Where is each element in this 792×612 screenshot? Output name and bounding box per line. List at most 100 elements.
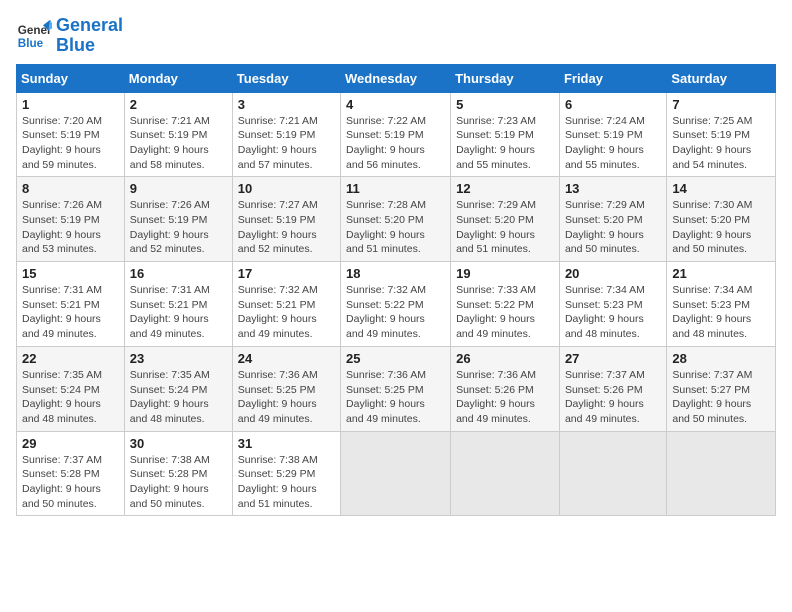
- calendar-cell: 14 Sunrise: 7:30 AMSunset: 5:20 PMDaylig…: [667, 177, 776, 262]
- calendar-cell: 11 Sunrise: 7:28 AMSunset: 5:20 PMDaylig…: [341, 177, 451, 262]
- calendar-cell: 1 Sunrise: 7:20 AMSunset: 5:19 PMDayligh…: [17, 92, 125, 177]
- day-info: Sunrise: 7:29 AMSunset: 5:20 PMDaylight:…: [456, 198, 554, 257]
- calendar-cell: 9 Sunrise: 7:26 AMSunset: 5:19 PMDayligh…: [124, 177, 232, 262]
- week-row-2: 8 Sunrise: 7:26 AMSunset: 5:19 PMDayligh…: [17, 177, 776, 262]
- calendar-cell: 15 Sunrise: 7:31 AMSunset: 5:21 PMDaylig…: [17, 262, 125, 347]
- day-info: Sunrise: 7:36 AMSunset: 5:25 PMDaylight:…: [238, 368, 335, 427]
- day-info: Sunrise: 7:34 AMSunset: 5:23 PMDaylight:…: [565, 283, 661, 342]
- day-number: 18: [346, 266, 445, 281]
- calendar-cell: 18 Sunrise: 7:32 AMSunset: 5:22 PMDaylig…: [341, 262, 451, 347]
- day-info: Sunrise: 7:25 AMSunset: 5:19 PMDaylight:…: [672, 114, 770, 173]
- day-number: 9: [130, 181, 227, 196]
- calendar-cell: 4 Sunrise: 7:22 AMSunset: 5:19 PMDayligh…: [341, 92, 451, 177]
- day-number: 19: [456, 266, 554, 281]
- day-info: Sunrise: 7:33 AMSunset: 5:22 PMDaylight:…: [456, 283, 554, 342]
- day-info: Sunrise: 7:31 AMSunset: 5:21 PMDaylight:…: [22, 283, 119, 342]
- calendar-cell: 30 Sunrise: 7:38 AMSunset: 5:28 PMDaylig…: [124, 431, 232, 516]
- calendar-cell: [451, 431, 560, 516]
- calendar-cell: [341, 431, 451, 516]
- calendar-cell: 10 Sunrise: 7:27 AMSunset: 5:19 PMDaylig…: [232, 177, 340, 262]
- weekday-header-saturday: Saturday: [667, 64, 776, 92]
- calendar-cell: 28 Sunrise: 7:37 AMSunset: 5:27 PMDaylig…: [667, 346, 776, 431]
- calendar-cell: 3 Sunrise: 7:21 AMSunset: 5:19 PMDayligh…: [232, 92, 340, 177]
- day-info: Sunrise: 7:32 AMSunset: 5:21 PMDaylight:…: [238, 283, 335, 342]
- logo: General Blue General Blue: [16, 16, 123, 56]
- day-info: Sunrise: 7:32 AMSunset: 5:22 PMDaylight:…: [346, 283, 445, 342]
- day-number: 14: [672, 181, 770, 196]
- day-info: Sunrise: 7:35 AMSunset: 5:24 PMDaylight:…: [22, 368, 119, 427]
- day-info: Sunrise: 7:23 AMSunset: 5:19 PMDaylight:…: [456, 114, 554, 173]
- week-row-3: 15 Sunrise: 7:31 AMSunset: 5:21 PMDaylig…: [17, 262, 776, 347]
- day-info: Sunrise: 7:37 AMSunset: 5:26 PMDaylight:…: [565, 368, 661, 427]
- calendar-cell: 8 Sunrise: 7:26 AMSunset: 5:19 PMDayligh…: [17, 177, 125, 262]
- day-number: 8: [22, 181, 119, 196]
- calendar-table: SundayMondayTuesdayWednesdayThursdayFrid…: [16, 64, 776, 517]
- day-info: Sunrise: 7:38 AMSunset: 5:29 PMDaylight:…: [238, 453, 335, 512]
- logo-text-line2: Blue: [56, 36, 123, 56]
- day-number: 27: [565, 351, 661, 366]
- day-number: 3: [238, 97, 335, 112]
- calendar-cell: 13 Sunrise: 7:29 AMSunset: 5:20 PMDaylig…: [559, 177, 666, 262]
- calendar-cell: 16 Sunrise: 7:31 AMSunset: 5:21 PMDaylig…: [124, 262, 232, 347]
- weekday-header-tuesday: Tuesday: [232, 64, 340, 92]
- day-info: Sunrise: 7:22 AMSunset: 5:19 PMDaylight:…: [346, 114, 445, 173]
- day-number: 21: [672, 266, 770, 281]
- calendar-cell: 20 Sunrise: 7:34 AMSunset: 5:23 PMDaylig…: [559, 262, 666, 347]
- calendar-cell: [559, 431, 666, 516]
- day-number: 23: [130, 351, 227, 366]
- day-info: Sunrise: 7:37 AMSunset: 5:27 PMDaylight:…: [672, 368, 770, 427]
- calendar-cell: [667, 431, 776, 516]
- day-number: 10: [238, 181, 335, 196]
- calendar-cell: 27 Sunrise: 7:37 AMSunset: 5:26 PMDaylig…: [559, 346, 666, 431]
- day-info: Sunrise: 7:26 AMSunset: 5:19 PMDaylight:…: [130, 198, 227, 257]
- logo-icon: General Blue: [16, 18, 52, 54]
- day-info: Sunrise: 7:31 AMSunset: 5:21 PMDaylight:…: [130, 283, 227, 342]
- day-number: 26: [456, 351, 554, 366]
- week-row-4: 22 Sunrise: 7:35 AMSunset: 5:24 PMDaylig…: [17, 346, 776, 431]
- day-info: Sunrise: 7:30 AMSunset: 5:20 PMDaylight:…: [672, 198, 770, 257]
- day-info: Sunrise: 7:38 AMSunset: 5:28 PMDaylight:…: [130, 453, 227, 512]
- day-number: 13: [565, 181, 661, 196]
- calendar-cell: 26 Sunrise: 7:36 AMSunset: 5:26 PMDaylig…: [451, 346, 560, 431]
- weekday-header-friday: Friday: [559, 64, 666, 92]
- day-info: Sunrise: 7:21 AMSunset: 5:19 PMDaylight:…: [130, 114, 227, 173]
- day-info: Sunrise: 7:37 AMSunset: 5:28 PMDaylight:…: [22, 453, 119, 512]
- day-number: 2: [130, 97, 227, 112]
- day-info: Sunrise: 7:26 AMSunset: 5:19 PMDaylight:…: [22, 198, 119, 257]
- page-header: General Blue General Blue: [16, 16, 776, 56]
- day-number: 28: [672, 351, 770, 366]
- day-info: Sunrise: 7:27 AMSunset: 5:19 PMDaylight:…: [238, 198, 335, 257]
- week-row-1: 1 Sunrise: 7:20 AMSunset: 5:19 PMDayligh…: [17, 92, 776, 177]
- weekday-header-thursday: Thursday: [451, 64, 560, 92]
- day-info: Sunrise: 7:24 AMSunset: 5:19 PMDaylight:…: [565, 114, 661, 173]
- day-info: Sunrise: 7:36 AMSunset: 5:26 PMDaylight:…: [456, 368, 554, 427]
- day-number: 17: [238, 266, 335, 281]
- day-number: 1: [22, 97, 119, 112]
- calendar-cell: 31 Sunrise: 7:38 AMSunset: 5:29 PMDaylig…: [232, 431, 340, 516]
- day-info: Sunrise: 7:28 AMSunset: 5:20 PMDaylight:…: [346, 198, 445, 257]
- calendar-cell: 19 Sunrise: 7:33 AMSunset: 5:22 PMDaylig…: [451, 262, 560, 347]
- day-info: Sunrise: 7:20 AMSunset: 5:19 PMDaylight:…: [22, 114, 119, 173]
- day-number: 31: [238, 436, 335, 451]
- day-info: Sunrise: 7:36 AMSunset: 5:25 PMDaylight:…: [346, 368, 445, 427]
- day-number: 30: [130, 436, 227, 451]
- day-number: 24: [238, 351, 335, 366]
- weekday-header-sunday: Sunday: [17, 64, 125, 92]
- calendar-cell: 7 Sunrise: 7:25 AMSunset: 5:19 PMDayligh…: [667, 92, 776, 177]
- calendar-cell: 24 Sunrise: 7:36 AMSunset: 5:25 PMDaylig…: [232, 346, 340, 431]
- calendar-cell: 21 Sunrise: 7:34 AMSunset: 5:23 PMDaylig…: [667, 262, 776, 347]
- logo-text-line1: General: [56, 16, 123, 36]
- day-info: Sunrise: 7:21 AMSunset: 5:19 PMDaylight:…: [238, 114, 335, 173]
- day-number: 6: [565, 97, 661, 112]
- day-number: 22: [22, 351, 119, 366]
- calendar-cell: 17 Sunrise: 7:32 AMSunset: 5:21 PMDaylig…: [232, 262, 340, 347]
- svg-text:Blue: Blue: [18, 37, 44, 50]
- day-number: 15: [22, 266, 119, 281]
- weekday-header-monday: Monday: [124, 64, 232, 92]
- calendar-cell: 22 Sunrise: 7:35 AMSunset: 5:24 PMDaylig…: [17, 346, 125, 431]
- day-number: 7: [672, 97, 770, 112]
- day-number: 12: [456, 181, 554, 196]
- day-number: 4: [346, 97, 445, 112]
- day-number: 11: [346, 181, 445, 196]
- day-number: 16: [130, 266, 227, 281]
